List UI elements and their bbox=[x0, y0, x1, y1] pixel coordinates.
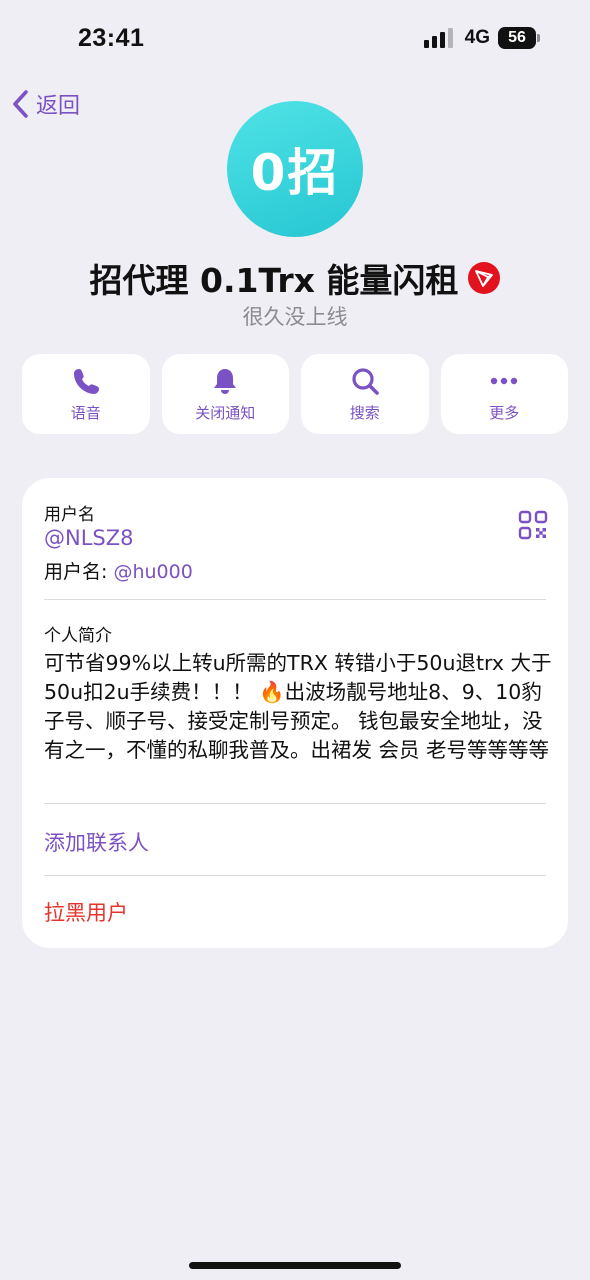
more-button[interactable]: 更多 bbox=[440, 354, 568, 434]
call-button[interactable]: 语音 bbox=[22, 354, 150, 434]
divider bbox=[44, 599, 546, 600]
phone-icon bbox=[71, 366, 101, 396]
avatar-text: 0招 bbox=[250, 144, 340, 202]
secondary-username-label: 用户名: bbox=[44, 561, 114, 583]
secondary-username-link[interactable]: @hu000 bbox=[113, 561, 192, 583]
chevron-left-icon bbox=[13, 90, 28, 118]
avatar[interactable]: 0招 bbox=[227, 101, 363, 237]
mute-button[interactable]: 关闭通知 bbox=[161, 354, 289, 434]
info-card: 用户名 @NLSZ8 用户名: @hu000 个人简介 可节省99%以上转u所需… bbox=[22, 478, 568, 948]
add-contact-button[interactable]: 添加联系人 bbox=[44, 827, 149, 857]
mute-label: 关闭通知 bbox=[195, 403, 256, 422]
call-label: 语音 bbox=[70, 403, 101, 422]
more-icon bbox=[488, 366, 520, 396]
action-bar: 语音 关闭通知 搜索 更多 bbox=[22, 354, 568, 434]
last-seen-status: 很久没上线 bbox=[242, 305, 348, 329]
bio-text: 可节省99%以上转u所需的TRX 转错小于50u退trx 大于50u扣2u手续费… bbox=[44, 651, 552, 762]
contact-profile-screen: 23:41 4G 56 返回 0招 招代理 0.1Trx 能量闪租 很久没上线 bbox=[0, 0, 590, 1280]
search-icon bbox=[350, 366, 380, 396]
battery-icon: 56 bbox=[498, 27, 540, 49]
signal-icon bbox=[423, 28, 453, 48]
username-label: 用户名 bbox=[44, 505, 95, 525]
username-link[interactable]: @NLSZ8 bbox=[44, 526, 134, 550]
profile-title-row: 招代理 0.1Trx 能量闪租 bbox=[0, 254, 590, 302]
bell-icon bbox=[210, 366, 240, 396]
tron-logo-icon bbox=[468, 262, 501, 294]
more-label: 更多 bbox=[489, 403, 520, 422]
bio-label: 个人简介 bbox=[44, 626, 112, 646]
profile-name: 招代理 0.1Trx 能量闪租 bbox=[89, 261, 459, 300]
block-user-button[interactable]: 拉黑用户 bbox=[44, 897, 128, 927]
divider bbox=[44, 803, 546, 804]
back-label: 返回 bbox=[36, 94, 81, 119]
home-indicator[interactable] bbox=[189, 1262, 401, 1269]
status-indicators: 4G 56 bbox=[423, 27, 540, 49]
status-time: 23:41 bbox=[78, 24, 145, 52]
search-button[interactable]: 搜索 bbox=[301, 354, 429, 434]
divider bbox=[44, 875, 546, 876]
back-button[interactable]: 返回 bbox=[10, 88, 80, 120]
battery-level: 56 bbox=[498, 27, 536, 49]
network-type: 4G bbox=[464, 27, 490, 48]
qr-code-icon[interactable] bbox=[518, 510, 548, 544]
search-label: 搜索 bbox=[349, 403, 380, 422]
secondary-username-row: 用户名: @hu000 bbox=[44, 557, 193, 584]
